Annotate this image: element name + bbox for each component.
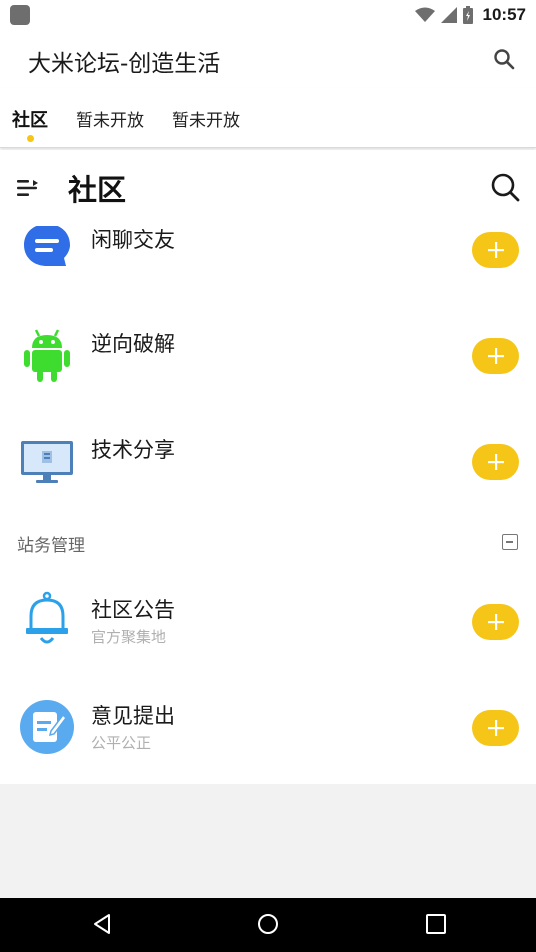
add-button[interactable] xyxy=(472,338,519,374)
tab-community[interactable]: 社区 xyxy=(12,106,48,132)
status-icons: 10:57 xyxy=(414,4,526,26)
app-bar: 大米论坛-创造生活 xyxy=(0,30,536,88)
forum-description: 公平公正 xyxy=(91,734,152,752)
app-title: 大米论坛-创造生活 xyxy=(28,51,221,77)
battery-icon xyxy=(462,6,473,24)
forum-name: 闲聊交友 xyxy=(91,228,175,252)
forum-description: 官方聚集地 xyxy=(91,628,167,646)
tab-unavailable-2[interactable]: 暂未开放 xyxy=(172,106,240,131)
status-bar: 10:57 xyxy=(0,0,536,30)
empty-area xyxy=(0,784,536,898)
add-button[interactable] xyxy=(472,232,519,268)
list-item[interactable]: 逆向破解 xyxy=(0,312,536,418)
wifi-icon xyxy=(414,7,435,22)
list-item[interactable]: 意见提出 公平公正 xyxy=(0,676,536,782)
list-item[interactable]: 技术分享 xyxy=(0,418,536,524)
chat-bubble-icon xyxy=(24,226,70,266)
list-item[interactable]: 闲聊交友 xyxy=(0,226,536,312)
back-icon[interactable] xyxy=(90,912,114,936)
android-icon xyxy=(24,329,70,382)
page-header: 社区 xyxy=(0,150,536,226)
forum-name: 意见提出 xyxy=(91,704,175,728)
collapse-icon[interactable] xyxy=(502,534,518,550)
add-button[interactable] xyxy=(472,444,519,480)
search-icon[interactable] xyxy=(492,47,516,71)
forum-name: 社区公告 xyxy=(91,598,175,622)
page-title: 社区 xyxy=(68,173,127,207)
plus-icon xyxy=(487,720,504,736)
tab-unavailable-1[interactable]: 暂未开放 xyxy=(76,106,144,131)
forum-name: 技术分享 xyxy=(91,438,175,462)
forum-name: 逆向破解 xyxy=(91,332,175,356)
monitor-icon xyxy=(21,441,73,483)
search-icon[interactable] xyxy=(490,172,520,202)
status-time: 10:57 xyxy=(482,5,526,24)
bell-icon xyxy=(26,591,68,644)
navigation-bar xyxy=(0,898,536,952)
list-item[interactable]: 社区公告 官方聚集地 xyxy=(0,570,536,676)
add-button[interactable] xyxy=(472,604,519,640)
home-icon[interactable] xyxy=(256,912,280,936)
add-button[interactable] xyxy=(472,710,519,746)
plus-icon xyxy=(487,454,504,470)
forum-list: 闲聊交友 逆向破解 技术分享 站务管理 社区公告 官方聚集地 意见提出 公平公正 xyxy=(0,226,536,784)
section-header: 站务管理 xyxy=(0,520,536,564)
plus-icon xyxy=(487,348,504,364)
edit-note-icon xyxy=(20,700,74,754)
plus-icon xyxy=(487,614,504,630)
notification-icon xyxy=(10,5,30,25)
menu-icon[interactable] xyxy=(17,179,39,197)
tab-bar: 社区 暂未开放 暂未开放 xyxy=(0,88,536,148)
signal-icon xyxy=(440,7,457,23)
recent-apps-icon[interactable] xyxy=(424,912,448,936)
plus-icon xyxy=(487,242,504,258)
section-title: 站务管理 xyxy=(17,536,85,556)
active-tab-indicator xyxy=(27,135,34,142)
